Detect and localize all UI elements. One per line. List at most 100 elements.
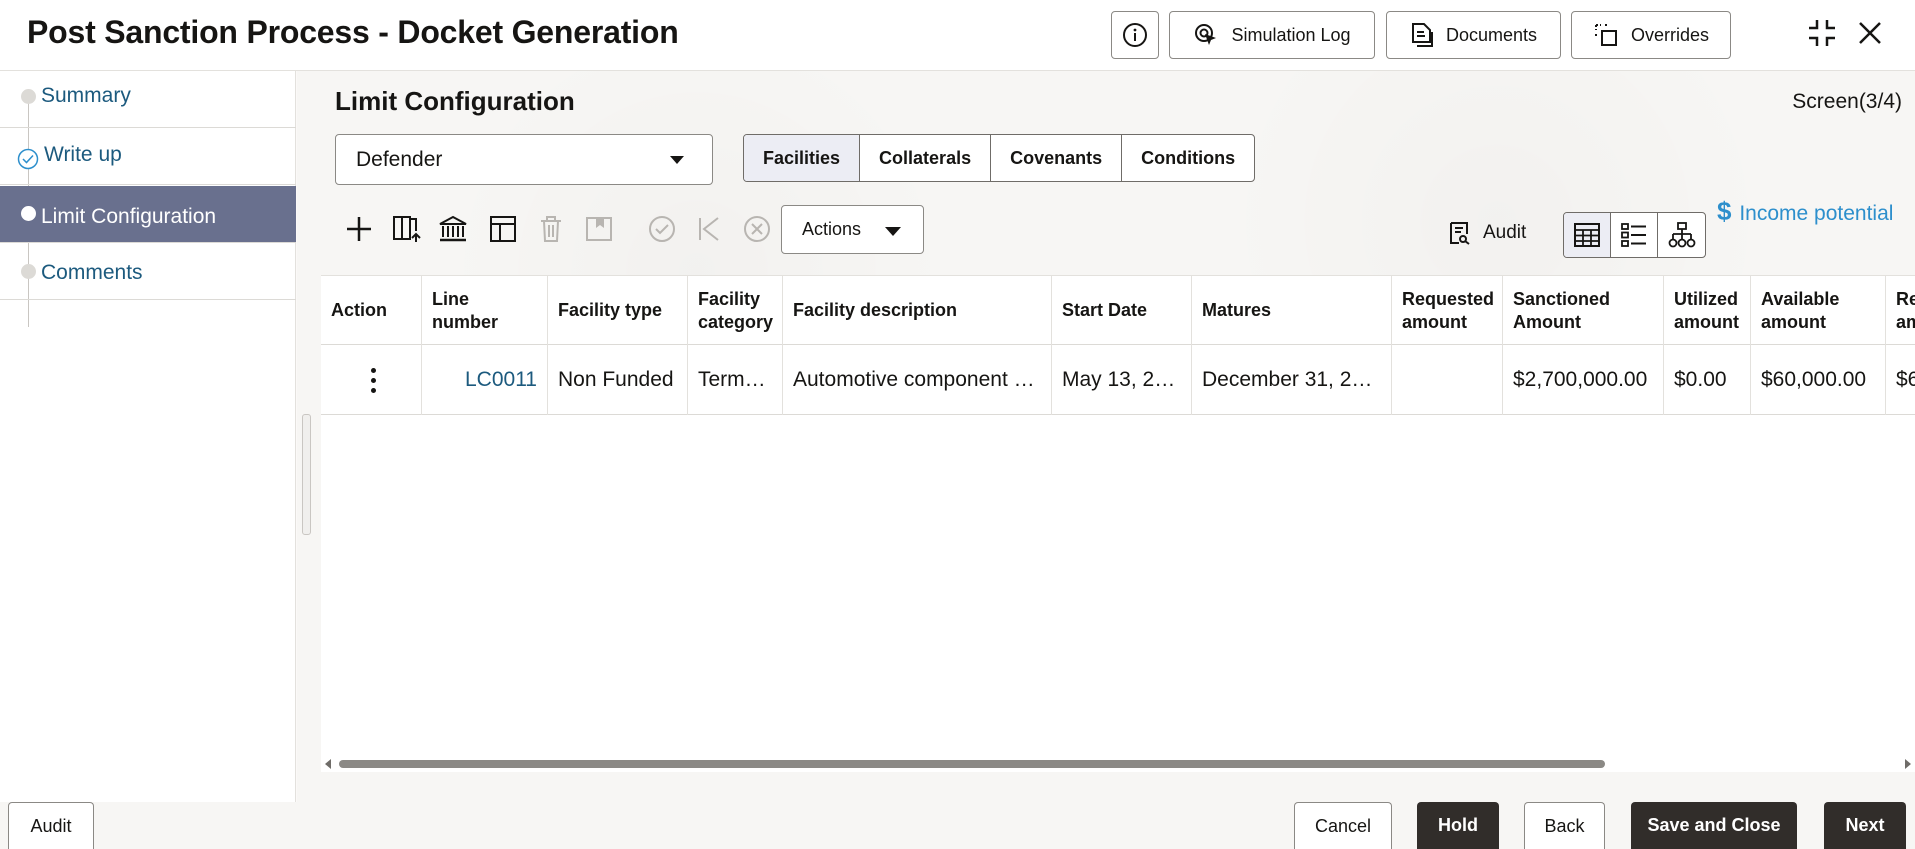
check-circle-icon bbox=[17, 148, 39, 170]
audit-toolbar-button[interactable]: Audit bbox=[1448, 221, 1526, 245]
start-date-value: May 13, 2021 bbox=[1062, 368, 1181, 391]
utilized-amount-value: $0.00 bbox=[1674, 368, 1727, 391]
column-header-remaining-amount[interactable]: Re am bbox=[1886, 276, 1915, 345]
hold-button[interactable]: Hold bbox=[1417, 802, 1499, 849]
facility-category-cell: Term… bbox=[688, 345, 783, 415]
screen-indicator: Screen(3/4) bbox=[1792, 90, 1902, 113]
sidebar-item-label: Write up bbox=[44, 143, 122, 166]
chevron-down-icon bbox=[670, 156, 684, 164]
facilities-table: Action Line number Facility type Facilit… bbox=[321, 275, 1915, 772]
documents-button[interactable]: Documents bbox=[1386, 11, 1561, 59]
overrides-icon bbox=[1594, 24, 1617, 46]
next-button[interactable]: Next bbox=[1824, 802, 1906, 849]
cancel-button[interactable]: Cancel bbox=[1294, 802, 1392, 849]
table-header-row: Action Line number Facility type Facilit… bbox=[321, 276, 1915, 345]
panel-resize-handle[interactable] bbox=[302, 414, 311, 535]
facility-description-cell: Automotive component … bbox=[783, 345, 1052, 415]
income-potential-link[interactable]: $ Income potential bbox=[1717, 196, 1893, 227]
column-header-available-amount[interactable]: Available amount bbox=[1751, 276, 1886, 345]
party-select[interactable]: Defender bbox=[335, 134, 713, 185]
sidebar-item-summary[interactable]: Summary bbox=[0, 71, 296, 128]
tab-collaterals[interactable]: Collaterals bbox=[860, 135, 992, 181]
audit-button[interactable]: Audit bbox=[8, 802, 94, 849]
scroll-right-arrow-icon[interactable] bbox=[1905, 759, 1911, 769]
matures-cell: December 31, 2025 bbox=[1192, 345, 1392, 415]
requested-amount-cell bbox=[1392, 345, 1503, 415]
kebab-menu-icon[interactable] bbox=[371, 367, 376, 393]
tab-conditions[interactable]: Conditions bbox=[1122, 135, 1254, 181]
step-dot bbox=[21, 264, 36, 279]
column-header-requested-amount[interactable]: Requested amount bbox=[1392, 276, 1503, 345]
table-view-button[interactable] bbox=[1564, 213, 1611, 257]
remaining-amount-value: $6 bbox=[1896, 368, 1915, 391]
caret-down-icon bbox=[885, 227, 901, 236]
audit-toolbar-label: Audit bbox=[1483, 222, 1527, 243]
step-dot bbox=[21, 206, 36, 221]
sidebar-item-write-up[interactable]: Write up bbox=[0, 128, 296, 185]
hierarchy-icon bbox=[1668, 222, 1695, 248]
sanctioned-amount-cell: $2,700,000.00 bbox=[1503, 345, 1664, 415]
matures-value: December 31, 2025 bbox=[1202, 368, 1381, 391]
first-page-icon[interactable] bbox=[694, 214, 724, 244]
horizontal-scrollbar[interactable] bbox=[321, 756, 1915, 772]
column-header-start-date[interactable]: Start Date bbox=[1052, 276, 1192, 345]
tab-facilities[interactable]: Facilities bbox=[744, 135, 861, 181]
table-view-icon bbox=[1574, 223, 1600, 247]
scroll-left-arrow-icon[interactable] bbox=[325, 759, 331, 769]
column-header-facility-type[interactable]: Facility type bbox=[548, 276, 688, 345]
simulation-cursor-icon bbox=[1195, 24, 1217, 45]
back-button[interactable]: Back bbox=[1524, 802, 1605, 849]
bookmark-icon[interactable] bbox=[584, 214, 614, 244]
line-number-link[interactable]: LC0011 bbox=[422, 345, 548, 415]
facility-type-cell: Non Funded bbox=[548, 345, 688, 415]
app-header: Post Sanction Process - Docket Generatio… bbox=[0, 0, 1915, 71]
income-potential-label: Income potential bbox=[1739, 202, 1894, 225]
sidebar-item-limit-configuration[interactable]: Limit Configuration bbox=[0, 186, 296, 243]
link-facility-icon[interactable] bbox=[391, 214, 423, 244]
sidebar-item-label: Limit Configuration bbox=[41, 205, 217, 228]
approve-check-icon[interactable] bbox=[647, 214, 677, 244]
column-header-utilized-amount[interactable]: Utilized amount bbox=[1664, 276, 1751, 345]
sidebar-item-comments[interactable]: Comments bbox=[0, 243, 296, 300]
column-header-facility-category[interactable]: Facility category bbox=[688, 276, 783, 345]
facility-type-value: Non Funded bbox=[558, 368, 674, 391]
bank-icon[interactable] bbox=[437, 214, 469, 244]
close-icon[interactable] bbox=[1857, 20, 1883, 46]
facility-category-value: Term… bbox=[698, 368, 766, 391]
actions-label: Actions bbox=[802, 219, 862, 239]
simulation-log-button[interactable]: Simulation Log bbox=[1169, 11, 1375, 59]
overrides-label: Overrides bbox=[1630, 24, 1710, 45]
template-icon[interactable] bbox=[488, 214, 518, 244]
available-amount-cell: $60,000.00 bbox=[1751, 345, 1886, 415]
simulation-log-label: Simulation Log bbox=[1231, 24, 1351, 45]
step-dot bbox=[21, 89, 36, 104]
footer-bar bbox=[0, 802, 1915, 849]
info-button[interactable] bbox=[1111, 11, 1159, 59]
available-amount-value: $60,000.00 bbox=[1761, 368, 1867, 391]
list-view-button[interactable] bbox=[1611, 213, 1658, 257]
column-header-sanctioned-amount[interactable]: Sanctioned Amount bbox=[1503, 276, 1664, 345]
delete-icon[interactable] bbox=[537, 214, 565, 244]
overrides-button[interactable]: Overrides bbox=[1571, 11, 1731, 59]
tab-covenants[interactable]: Covenants bbox=[991, 135, 1123, 181]
column-header-action[interactable]: Action bbox=[321, 276, 422, 345]
column-header-facility-description[interactable]: Facility description bbox=[783, 276, 1052, 345]
dollar-icon: $ bbox=[1717, 196, 1732, 226]
facility-description-value: Automotive component … bbox=[793, 368, 1035, 391]
column-header-line-number[interactable]: Line number bbox=[422, 276, 548, 345]
sidebar-item-label: Comments bbox=[41, 261, 143, 284]
hierarchy-view-button[interactable] bbox=[1658, 213, 1705, 257]
cancel-circle-icon[interactable] bbox=[742, 214, 772, 244]
column-header-matures[interactable]: Matures bbox=[1192, 276, 1392, 345]
scrollbar-thumb[interactable] bbox=[339, 760, 1605, 768]
sanctioned-amount-value: $2,700,000.00 bbox=[1513, 368, 1648, 391]
save-and-close-button[interactable]: Save and Close bbox=[1631, 802, 1797, 849]
remaining-amount-cell: $6 bbox=[1886, 345, 1915, 415]
section-title: Limit Configuration bbox=[335, 86, 575, 116]
add-icon[interactable] bbox=[344, 214, 374, 244]
minimize-icon[interactable] bbox=[1805, 16, 1839, 50]
limit-tabs: Facilities Collaterals Covenants Conditi… bbox=[743, 134, 1256, 182]
table-row[interactable]: LC0011 Non Funded Term… Automotive compo… bbox=[321, 345, 1915, 415]
actions-dropdown[interactable]: Actions bbox=[781, 205, 924, 254]
party-select-value: Defender bbox=[356, 148, 443, 171]
